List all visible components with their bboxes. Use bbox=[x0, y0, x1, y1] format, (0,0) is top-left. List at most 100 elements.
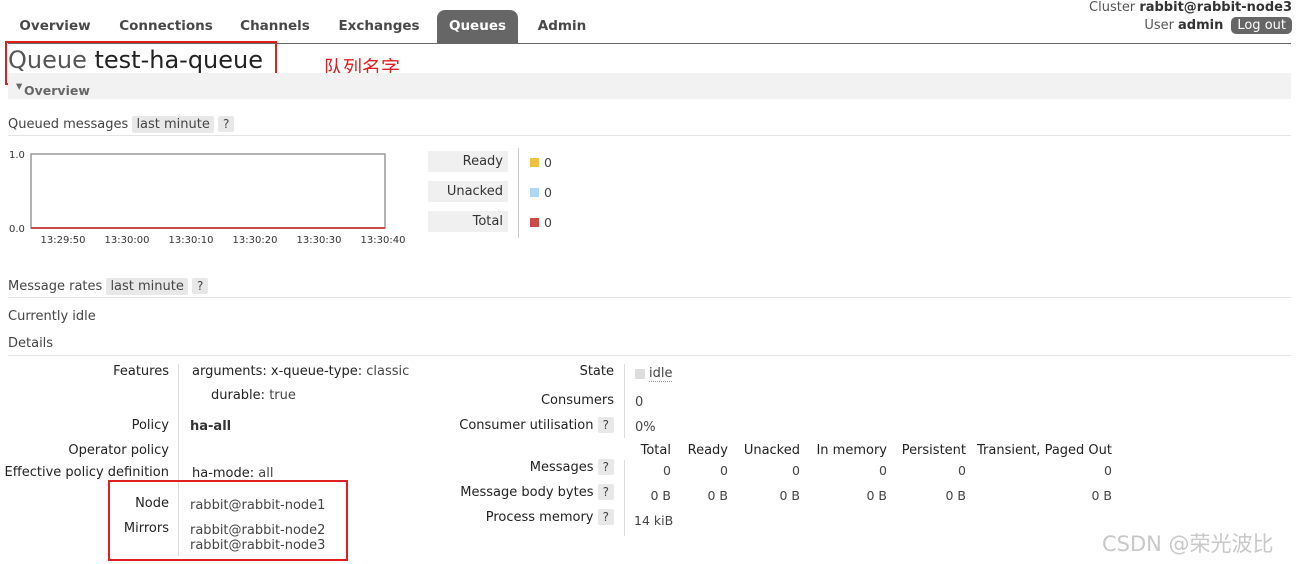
overview-section-header[interactable]: ▾ Overview bbox=[8, 73, 1291, 99]
legend-divider bbox=[518, 148, 519, 238]
bytes-total: 0 B bbox=[650, 488, 671, 503]
stats-header-ready: Ready bbox=[687, 443, 728, 458]
divider bbox=[8, 297, 1291, 298]
tab-admin[interactable]: Admin bbox=[528, 10, 596, 43]
chart-x-tick-label: 13:30:20 bbox=[233, 235, 278, 246]
details-right-separator bbox=[624, 364, 625, 438]
tab-queues[interactable]: Queues bbox=[437, 10, 518, 43]
bytes-in-memory: 0 B bbox=[866, 488, 887, 503]
queued-messages-chart: 1.0 0.0 13:29:50 13:30:00 13:30:10 13:30:20 13… bbox=[9, 150, 406, 246]
divider bbox=[8, 355, 1291, 356]
stats-header-persistent: Persistent bbox=[901, 443, 966, 458]
chart-x-tick-label: 13:30:40 bbox=[361, 235, 406, 246]
queue-type-key: x-queue-type: bbox=[270, 364, 363, 379]
durable-key: durable: bbox=[211, 388, 266, 403]
tab-overview[interactable]: Overview bbox=[10, 10, 100, 43]
messages-help-button[interactable]: ? bbox=[597, 459, 614, 475]
chart-y-tick-label: 0.0 bbox=[9, 224, 25, 235]
messages-unacked: 0 bbox=[792, 463, 800, 478]
legend-unacked-swatch bbox=[530, 188, 539, 197]
legend-ready-swatch bbox=[530, 158, 539, 167]
queued-messages-label: Queued messages bbox=[8, 117, 129, 132]
message-rates-range[interactable]: last minute bbox=[106, 278, 188, 295]
user-name: admin bbox=[1178, 18, 1224, 33]
policy-label: Policy bbox=[131, 418, 169, 433]
durable-value: true bbox=[269, 388, 296, 403]
messages-persistent: 0 bbox=[958, 463, 966, 478]
consumer-utilisation-label: Consumer utilisation ? bbox=[459, 417, 614, 433]
tab-channels[interactable]: Channels bbox=[232, 10, 318, 43]
arguments-key: arguments: bbox=[192, 364, 267, 379]
legend-ready-label: Ready bbox=[428, 151, 508, 172]
state-label: State bbox=[579, 364, 614, 379]
chart-x-tick-label: 13:29:50 bbox=[41, 235, 86, 246]
bytes-ready: 0 B bbox=[707, 488, 728, 503]
ha-mode-value: all bbox=[258, 466, 274, 481]
cluster-name: rabbit@rabbit-node3 bbox=[1139, 0, 1292, 15]
legend-ready-value: 0 bbox=[544, 155, 552, 170]
process-memory-value: 14 kiB bbox=[634, 513, 674, 528]
user-info: User admin Log out bbox=[1144, 17, 1292, 34]
ha-mode-key: ha-mode: bbox=[192, 466, 255, 481]
tab-exchanges[interactable]: Exchanges bbox=[332, 10, 426, 43]
bytes-transient: 0 B bbox=[1091, 488, 1112, 503]
queued-messages-help-button[interactable]: ? bbox=[218, 116, 235, 132]
legend-unacked-label: Unacked bbox=[428, 181, 508, 202]
stats-header-in-memory: In memory bbox=[816, 443, 887, 458]
chart-y-tick-label: 1.0 bbox=[9, 150, 25, 161]
top-navigation: Overview Connections Channels Exchanges … bbox=[0, 0, 1304, 44]
queued-messages-range[interactable]: last minute bbox=[132, 116, 214, 133]
chart-x-tick-label: 13:30:00 bbox=[105, 235, 150, 246]
legend-total-value: 0 bbox=[544, 215, 552, 230]
legend-unacked-value: 0 bbox=[544, 185, 552, 200]
overview-section-label: ▾ Overview bbox=[16, 78, 90, 98]
cluster-info: Cluster rabbit@rabbit-node3 bbox=[1089, 0, 1292, 15]
tab-connections[interactable]: Connections bbox=[114, 10, 218, 43]
consumers-value: 0 bbox=[635, 395, 644, 410]
queue-type-value: classic bbox=[366, 364, 410, 379]
messages-total: 0 bbox=[663, 463, 671, 478]
stats-separator bbox=[624, 460, 625, 536]
message-rates-label: Message rates bbox=[8, 279, 103, 294]
annotation-box-mirrors bbox=[108, 480, 348, 561]
arguments-row: arguments: x-queue-type: classic bbox=[192, 364, 409, 379]
process-memory-label: Process memory ? bbox=[486, 509, 614, 525]
durable-row: durable: true bbox=[211, 388, 296, 403]
ha-mode-row: ha-mode: all bbox=[192, 466, 274, 481]
features-label: Features bbox=[113, 364, 169, 379]
divider bbox=[8, 135, 1291, 136]
policy-value[interactable]: ha-all bbox=[190, 419, 231, 434]
message-rates-status: Currently idle bbox=[8, 309, 96, 324]
cluster-label: Cluster bbox=[1089, 0, 1136, 15]
queued-messages-row: Queued messages last minute ? bbox=[8, 116, 235, 133]
chart-x-tick-label: 13:30:10 bbox=[169, 235, 214, 246]
consumers-label: Consumers bbox=[540, 393, 614, 408]
messages-transient: 0 bbox=[1104, 463, 1112, 478]
stats-header-total: Total bbox=[640, 443, 671, 458]
consumer-utilisation-value: 0% bbox=[635, 420, 656, 435]
legend-total-label: Total bbox=[428, 211, 508, 232]
chart-plot-area bbox=[30, 153, 386, 229]
message-rates-help-button[interactable]: ? bbox=[192, 278, 209, 294]
legend-total-swatch bbox=[530, 218, 539, 227]
watermark: CSDN @荣光波比 bbox=[1102, 532, 1274, 556]
details-heading: Details bbox=[8, 336, 54, 351]
messages-in-memory: 0 bbox=[879, 463, 887, 478]
logout-button[interactable]: Log out bbox=[1231, 17, 1292, 34]
message-rates-row: Message rates last minute ? bbox=[8, 278, 209, 295]
chart-x-tick-label: 13:30:30 bbox=[297, 235, 342, 246]
process-memory-help-button[interactable]: ? bbox=[597, 509, 614, 525]
user-label: User bbox=[1144, 18, 1174, 33]
message-body-bytes-help-button[interactable]: ? bbox=[597, 484, 614, 500]
stats-header-unacked: Unacked bbox=[743, 443, 800, 458]
consumer-utilisation-help-button[interactable]: ? bbox=[597, 417, 614, 433]
effective-policy-label: Effective policy definition bbox=[4, 465, 169, 480]
stats-header-transient: Transient, Paged Out bbox=[977, 443, 1112, 458]
message-body-bytes-label: Message body bytes ? bbox=[460, 484, 614, 500]
bytes-unacked: 0 B bbox=[779, 488, 800, 503]
messages-label: Messages ? bbox=[530, 459, 614, 475]
state-indicator-icon bbox=[635, 369, 645, 379]
state-value: idle bbox=[649, 366, 673, 382]
operator-policy-label: Operator policy bbox=[68, 443, 169, 458]
bytes-persistent: 0 B bbox=[945, 488, 966, 503]
